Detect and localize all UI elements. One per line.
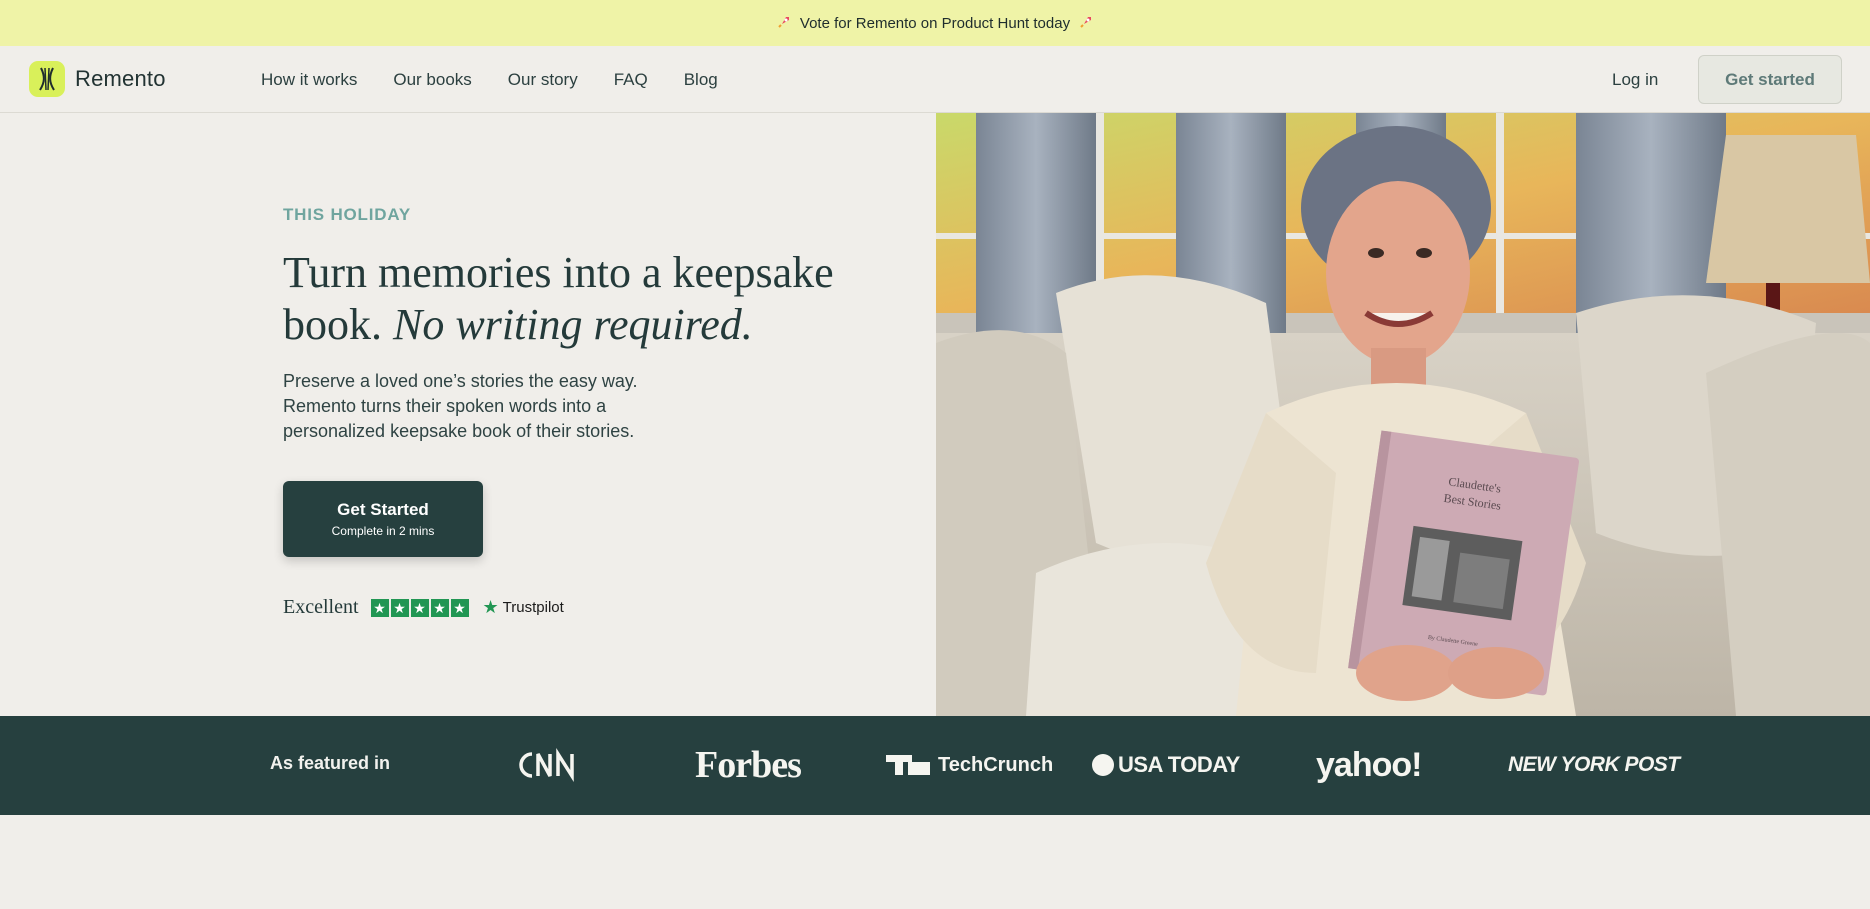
hero-get-started-button[interactable]: Get Started Complete in 2 mins bbox=[283, 481, 483, 557]
techcrunch-logo[interactable]: TechCrunch bbox=[886, 740, 1053, 790]
rating-label: Excellent bbox=[283, 596, 359, 618]
forbes-logo[interactable]: Forbes bbox=[695, 740, 802, 790]
nav-blog[interactable]: Blog bbox=[684, 70, 718, 90]
featured-label: As featured in bbox=[270, 753, 391, 773]
hero-photo: Claudette's Best Stories By Claudette Gr… bbox=[936, 113, 1870, 716]
techcrunch-name: TechCrunch bbox=[938, 753, 1054, 776]
usa-today-name: USA TODAY bbox=[1118, 752, 1240, 777]
rating-stars: ★ ★ ★ ★ ★ bbox=[370, 598, 469, 617]
page-continuation bbox=[0, 815, 1870, 909]
rocket-icon bbox=[776, 14, 792, 33]
star-icon: ★ bbox=[450, 598, 469, 617]
hero-content: THIS HOLIDAY Turn memories into a keepsa… bbox=[0, 113, 936, 716]
login-link[interactable]: Log in bbox=[1612, 70, 1658, 90]
trustpilot-star-icon: ★ bbox=[482, 597, 499, 617]
nav-how-it-works[interactable]: How it works bbox=[261, 70, 357, 90]
usa-today-logo[interactable]: USA TODAY bbox=[1092, 740, 1240, 790]
star-icon: ★ bbox=[390, 598, 409, 617]
star-icon: ★ bbox=[410, 598, 429, 617]
cta-title: Get Started bbox=[337, 500, 429, 519]
brand-name: Remento bbox=[75, 66, 166, 91]
new-york-post-logo[interactable]: NEW YORK POST bbox=[1508, 740, 1680, 790]
headline-italic: No writing required. bbox=[393, 300, 753, 349]
cnn-logo[interactable] bbox=[518, 740, 584, 790]
star-icon: ★ bbox=[370, 598, 389, 617]
rocket-icon bbox=[1078, 14, 1094, 33]
remento-logo-icon bbox=[29, 61, 65, 97]
hero-eyebrow: THIS HOLIDAY bbox=[283, 205, 411, 224]
announcement-banner[interactable]: Vote for Remento on Product Hunt today bbox=[0, 0, 1870, 46]
get-started-button[interactable]: Get started bbox=[1698, 55, 1842, 104]
brand-logo[interactable]: Remento bbox=[29, 61, 166, 97]
cta-subtitle: Complete in 2 mins bbox=[331, 524, 435, 538]
nav-links: How it works Our books Our story FAQ Blo… bbox=[261, 46, 718, 113]
usa-today-dot-icon bbox=[1092, 754, 1114, 776]
hero-headline: Turn memories into a keepsake book. No w… bbox=[283, 247, 863, 351]
hero-subtext: Preserve a loved one’s stories the easy … bbox=[283, 371, 638, 441]
nav-our-story[interactable]: Our story bbox=[508, 70, 578, 90]
trustpilot-logo: ★ Trustpilot bbox=[483, 597, 564, 618]
featured-in-bar: As featured in Forbes TechCrunch USA TOD… bbox=[0, 716, 1870, 815]
banner-text: Vote for Remento on Product Hunt today bbox=[799, 14, 1071, 32]
trustpilot-rating[interactable]: Excellent ★ ★ ★ ★ ★ ★ Trustpilot bbox=[283, 596, 564, 619]
yahoo-logo[interactable]: yahoo! bbox=[1316, 740, 1422, 790]
nav-our-books[interactable]: Our books bbox=[393, 70, 471, 90]
nav-faq[interactable]: FAQ bbox=[614, 70, 648, 90]
star-icon: ★ bbox=[430, 598, 449, 617]
top-navigation: Remento How it works Our books Our story… bbox=[0, 46, 1870, 113]
trustpilot-name: Trustpilot bbox=[502, 599, 564, 616]
